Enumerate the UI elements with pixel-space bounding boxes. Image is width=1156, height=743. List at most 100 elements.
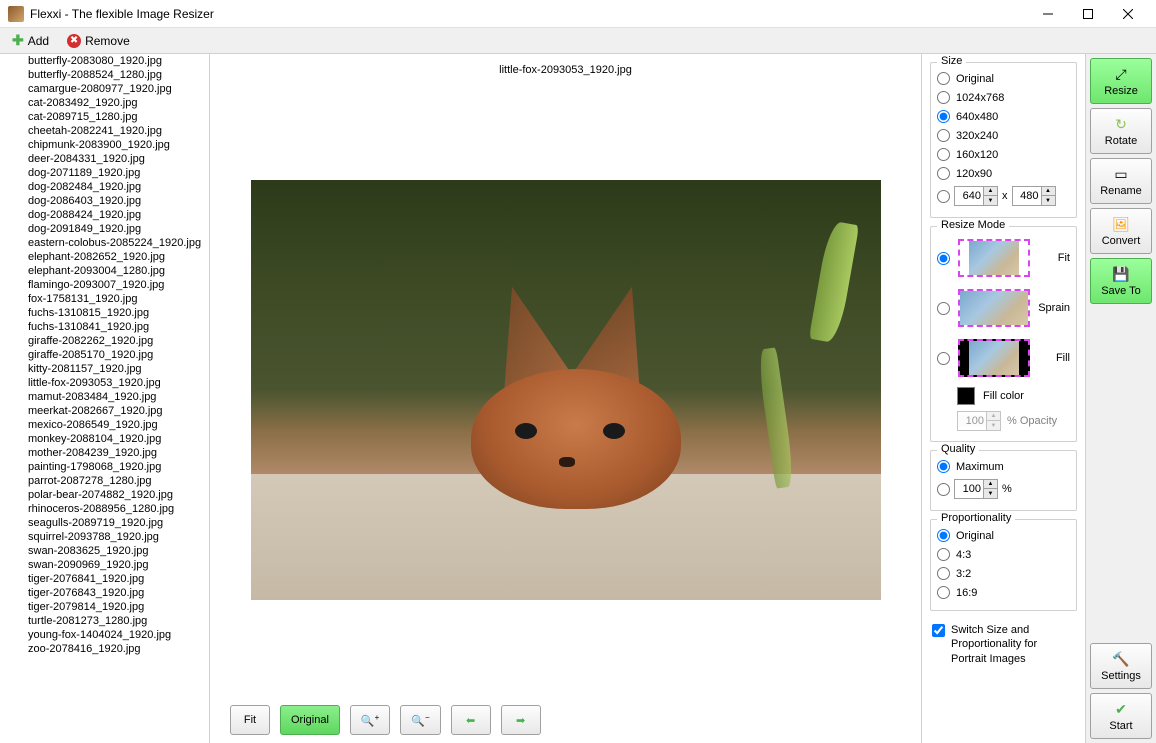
custom-width-input[interactable] — [955, 190, 983, 202]
file-item[interactable]: tiger-2079814_1920.jpg — [0, 600, 209, 614]
quality-radio-max[interactable] — [937, 460, 950, 473]
mode-thumb-fill[interactable] — [958, 339, 1030, 377]
chevron-up-icon[interactable]: ▲ — [1041, 187, 1055, 196]
file-item[interactable]: elephant-2093004_1280.jpg — [0, 264, 209, 278]
file-item[interactable]: dog-2086403_1920.jpg — [0, 194, 209, 208]
file-item[interactable]: butterfly-2083080_1920.jpg — [0, 54, 209, 68]
file-item[interactable]: chipmunk-2083900_1920.jpg — [0, 138, 209, 152]
file-item[interactable]: giraffe-2082262_1920.jpg — [0, 334, 209, 348]
file-item[interactable]: tiger-2076841_1920.jpg — [0, 572, 209, 586]
convert-action-button[interactable]: 🖼 Convert — [1090, 208, 1152, 254]
custom-height-input[interactable] — [1013, 190, 1041, 202]
prop-radio-original[interactable] — [937, 529, 950, 542]
file-item[interactable]: eastern-colobus-2085224_1920.jpg — [0, 236, 209, 250]
size-option-label: Original — [956, 73, 994, 85]
file-item[interactable]: cheetah-2082241_1920.jpg — [0, 124, 209, 138]
file-item[interactable]: deer-2084331_1920.jpg — [0, 152, 209, 166]
saveto-action-button[interactable]: 💾 Save To — [1090, 258, 1152, 304]
file-item[interactable]: dog-2088424_1920.jpg — [0, 208, 209, 222]
prop-radio-16-9[interactable] — [937, 586, 950, 599]
file-item[interactable]: tiger-2076843_1920.jpg — [0, 586, 209, 600]
file-item[interactable]: young-fox-1404024_1920.jpg — [0, 628, 209, 642]
file-item[interactable]: swan-2090969_1920.jpg — [0, 558, 209, 572]
quality-input[interactable] — [955, 483, 983, 495]
fit-button[interactable]: Fit — [230, 705, 270, 735]
file-item[interactable]: dog-2091849_1920.jpg — [0, 222, 209, 236]
chevron-up-icon[interactable]: ▲ — [983, 187, 997, 196]
quality-radio-custom[interactable] — [937, 483, 950, 496]
start-action-button[interactable]: ✔ Start — [1090, 693, 1152, 739]
size-radio-160x120[interactable] — [937, 148, 950, 161]
zoom-out-button[interactable]: 🔍− — [400, 705, 440, 735]
size-radio-120x90[interactable] — [937, 167, 950, 180]
file-item[interactable]: kitty-2081157_1920.jpg — [0, 362, 209, 376]
next-button[interactable]: ➡ — [501, 705, 541, 735]
original-button[interactable]: Original — [280, 705, 340, 735]
file-item[interactable]: rhinoceros-2088956_1280.jpg — [0, 502, 209, 516]
rename-icon: ▭ — [1114, 166, 1127, 183]
file-item[interactable]: seagulls-2089719_1920.jpg — [0, 516, 209, 530]
prop-option-label: 4:3 — [956, 549, 971, 561]
prev-button[interactable]: ⬅ — [451, 705, 491, 735]
mode-thumb-fit[interactable] — [958, 239, 1030, 277]
file-item[interactable]: little-fox-2093053_1920.jpg — [0, 376, 209, 390]
prop-radio-3-2[interactable] — [937, 567, 950, 580]
maximize-button[interactable] — [1068, 2, 1108, 26]
resize-action-button[interactable]: ⤢ Resize — [1090, 58, 1152, 104]
settings-action-button[interactable]: 🔨 Settings — [1090, 643, 1152, 689]
fill-color-label: Fill color — [983, 390, 1024, 402]
file-item[interactable]: meerkat-2082667_1920.jpg — [0, 404, 209, 418]
switch-checkbox[interactable] — [932, 624, 945, 637]
rename-action-button[interactable]: ▭ Rename — [1090, 158, 1152, 204]
custom-height-spinner[interactable]: ▲▼ — [1012, 186, 1056, 206]
quality-spinner[interactable]: ▲▼ — [954, 479, 998, 499]
file-item[interactable]: polar-bear-2074882_1920.jpg — [0, 488, 209, 502]
file-item[interactable]: mexico-2086549_1920.jpg — [0, 418, 209, 432]
rotate-action-button[interactable]: ↻ Rotate — [1090, 108, 1152, 154]
file-item[interactable]: giraffe-2085170_1920.jpg — [0, 348, 209, 362]
size-radio-1024x768[interactable] — [937, 91, 950, 104]
file-item[interactable]: mother-2084239_1920.jpg — [0, 446, 209, 460]
file-item[interactable]: butterfly-2088524_1280.jpg — [0, 68, 209, 82]
mode-thumb-sprain[interactable] — [958, 289, 1030, 327]
close-button[interactable] — [1108, 2, 1148, 26]
file-item[interactable]: mamut-2083484_1920.jpg — [0, 390, 209, 404]
file-item[interactable]: fox-1758131_1920.jpg — [0, 292, 209, 306]
remove-button[interactable]: ✖ Remove — [61, 32, 136, 50]
mode-radio-fit[interactable] — [937, 252, 950, 265]
prop-radio-4-3[interactable] — [937, 548, 950, 561]
mode-radio-fill[interactable] — [937, 352, 950, 365]
chevron-down-icon[interactable]: ▼ — [1041, 196, 1055, 205]
size-radio-320x240[interactable] — [937, 129, 950, 142]
file-item[interactable]: cat-2083492_1920.jpg — [0, 96, 209, 110]
size-radio-original[interactable] — [937, 72, 950, 85]
file-item[interactable]: dog-2082484_1920.jpg — [0, 180, 209, 194]
file-item[interactable]: dog-2071189_1920.jpg — [0, 166, 209, 180]
file-item[interactable]: camargue-2080977_1920.jpg — [0, 82, 209, 96]
add-button[interactable]: ✚ Add — [6, 30, 55, 51]
file-item[interactable]: parrot-2087278_1280.jpg — [0, 474, 209, 488]
file-item[interactable]: turtle-2081273_1280.jpg — [0, 614, 209, 628]
chevron-down-icon[interactable]: ▼ — [983, 196, 997, 205]
file-item[interactable]: fuchs-1310841_1920.jpg — [0, 320, 209, 334]
file-item[interactable]: painting-1798068_1920.jpg — [0, 460, 209, 474]
file-item[interactable]: zoo-2078416_1920.jpg — [0, 642, 209, 656]
file-item[interactable]: flamingo-2093007_1920.jpg — [0, 278, 209, 292]
mode-radio-sprain[interactable] — [937, 302, 950, 315]
file-item[interactable]: squirrel-2093788_1920.jpg — [0, 530, 209, 544]
chevron-up-icon[interactable]: ▲ — [983, 480, 997, 489]
zoom-in-button[interactable]: 🔍+ — [350, 705, 390, 735]
size-radio-custom[interactable] — [937, 190, 950, 203]
file-list[interactable]: butterfly-2083080_1920.jpgbutterfly-2088… — [0, 54, 210, 743]
file-item[interactable]: fuchs-1310815_1920.jpg — [0, 306, 209, 320]
file-item[interactable]: swan-2083625_1920.jpg — [0, 544, 209, 558]
plus-icon: ✚ — [12, 32, 24, 49]
file-item[interactable]: monkey-2088104_1920.jpg — [0, 432, 209, 446]
custom-width-spinner[interactable]: ▲▼ — [954, 186, 998, 206]
fill-color-swatch[interactable] — [957, 387, 975, 405]
chevron-down-icon[interactable]: ▼ — [983, 489, 997, 498]
size-radio-640x480[interactable] — [937, 110, 950, 123]
file-item[interactable]: cat-2089715_1280.jpg — [0, 110, 209, 124]
minimize-button[interactable] — [1028, 2, 1068, 26]
file-item[interactable]: elephant-2082652_1920.jpg — [0, 250, 209, 264]
